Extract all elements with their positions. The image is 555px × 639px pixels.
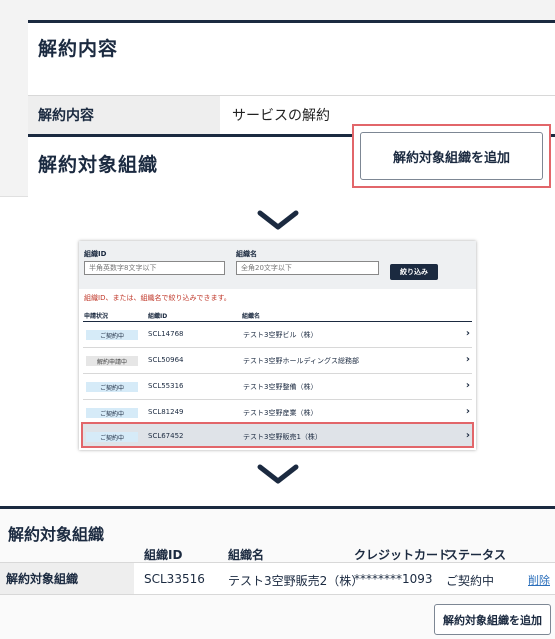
header-status: ステータス (446, 548, 507, 562)
chevron-down-icon (257, 210, 299, 230)
org-name-cell: テスト3空野整備（株） (243, 383, 318, 391)
section-rule (28, 20, 555, 23)
org-search-dialog: 組織ID 半角英数字8文字以下 組織名 全角20文字以下 絞り込み 組織ID、ま… (79, 241, 476, 450)
section-rule (0, 506, 555, 509)
chevron-right-icon[interactable]: › (466, 354, 470, 365)
search-bar: 組織ID 半角英数字8文字以下 組織名 全角20文字以下 絞り込み (79, 241, 476, 289)
status-badge: ご契約中 (86, 382, 138, 392)
org-name-cell: テスト3空野販売2（株） (228, 574, 364, 588)
filter-button[interactable]: 絞り込み (390, 264, 438, 280)
chevron-right-icon[interactable]: › (466, 380, 470, 391)
chevron-right-icon[interactable]: › (466, 406, 470, 417)
org-id-cell: SCL67452 (148, 432, 184, 440)
section-title-cancellation: 解約内容 (38, 38, 119, 60)
org-id-cell: SCL81249 (148, 408, 184, 416)
org-name-input[interactable]: 全角20文字以下 (236, 261, 379, 275)
chevron-right-icon[interactable]: › (466, 328, 470, 339)
add-button-highlight: 解約対象組織を追加 (352, 124, 551, 188)
org-name-cell: テスト3空野販売1（株） (243, 433, 322, 441)
table-row[interactable]: ご契約中 SCL14768 テスト3空野ビル（株） › (83, 322, 472, 348)
target-org-panel: 解約対象組織 組織ID 組織名 クレジットカード ステータス 解約対象組織 SC… (0, 506, 555, 639)
org-id-cell: SCL33516 (144, 572, 205, 586)
status-badge: 解約申請中 (86, 356, 138, 366)
org-id-cell: SCL14768 (148, 330, 184, 338)
filter-hint-message: 組織ID、または、組織名で絞り込みできます。 (84, 294, 231, 302)
column-header-org-id: 組織ID (148, 313, 168, 320)
org-id-cell: SCL55316 (148, 382, 184, 390)
add-target-org-button[interactable]: 解約対象組織を追加 (434, 604, 551, 635)
table-row: 解約対象組織 SCL33516 テスト3空野販売2（株） ********109… (0, 562, 555, 595)
status-badge: ご契約中 (86, 432, 138, 442)
delete-link[interactable]: 削除 (528, 572, 550, 588)
org-id-label: 組織ID (84, 250, 107, 258)
credit-card-cell: ********1093 (354, 572, 433, 586)
org-name-cell: テスト3空野産業（株） (243, 409, 318, 417)
org-id-input[interactable]: 半角英数字8文字以下 (84, 261, 225, 275)
header-credit-card: クレジットカード (354, 548, 451, 562)
status-cell: ご契約中 (446, 574, 495, 588)
status-badge: ご契約中 (86, 330, 138, 340)
org-id-cell: SCL50964 (148, 356, 184, 364)
chevron-right-icon[interactable]: › (466, 430, 470, 441)
add-target-org-button[interactable]: 解約対象組織を追加 (360, 132, 543, 180)
cancellation-content-label: 解約内容 (28, 96, 220, 134)
column-header-status: 申請状況 (84, 313, 109, 320)
section-title-target-orgs: 解約対象組織 (8, 525, 105, 544)
org-name-cell: テスト3空野ビル（株） (243, 331, 318, 339)
status-badge: ご契約中 (86, 408, 138, 418)
table-row[interactable]: ご契約中 SCL55316 テスト3空野整備（株） › (83, 374, 472, 400)
chevron-down-icon (257, 464, 299, 484)
table-row-selected[interactable]: ご契約中 SCL67452 テスト3空野販売1（株） › (81, 422, 474, 448)
table-row[interactable]: 解約申請中 SCL50964 テスト3空野ホールディングス総務部 › (83, 348, 472, 374)
header-org-name: 組織名 (228, 548, 265, 562)
cancellation-panel: 解約内容 解約内容 サービスの解約 解約対象組織 解約対象組織を追加 (0, 0, 555, 197)
header-org-id: 組織ID (144, 548, 183, 562)
org-name-label: 組織名 (236, 250, 257, 258)
target-org-label: 解約対象組織 (0, 563, 134, 594)
org-name-cell: テスト3空野ホールディングス総務部 (243, 357, 359, 365)
column-header-org-name: 組織名 (242, 313, 261, 320)
section-title-target-orgs: 解約対象組織 (38, 154, 159, 176)
